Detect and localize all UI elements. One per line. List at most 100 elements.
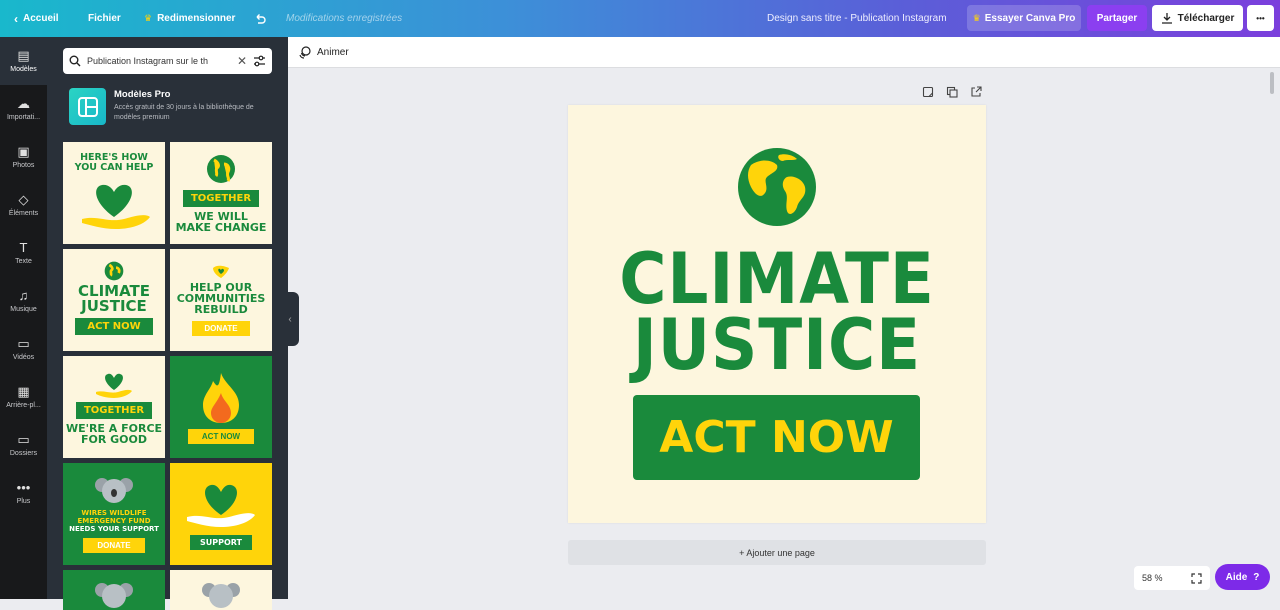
- heart-map-icon: [213, 265, 229, 278]
- fullscreen-icon[interactable]: [1191, 572, 1202, 584]
- canvas-heading-line2[interactable]: JUSTICE: [585, 310, 970, 380]
- scrollbar-thumb[interactable]: [1270, 72, 1274, 94]
- sidebar-item-uploads[interactable]: ☁ Importati...: [0, 85, 47, 133]
- file-label: Fichier: [88, 13, 121, 24]
- sidebar-item-label: Modèles: [10, 66, 37, 73]
- top-bar: ‹ Accueil Fichier ♛ Redimensionner Modif…: [0, 0, 1280, 37]
- template-card[interactable]: [63, 570, 165, 610]
- template-text: DONATE: [83, 538, 145, 553]
- resize-button[interactable]: ♛ Redimensionner: [144, 0, 235, 37]
- zoom-level[interactable]: 58 %: [1142, 573, 1163, 583]
- download-icon: [1161, 13, 1172, 24]
- sidebar-item-videos[interactable]: ▭ Vidéos: [0, 325, 47, 373]
- template-text: NEEDS YOUR SUPPORT: [69, 525, 159, 533]
- heart-hand-icon: [187, 484, 255, 527]
- more-options-button[interactable]: •••: [1247, 5, 1274, 31]
- music-icon: ♫: [18, 288, 29, 303]
- template-card[interactable]: ACT NOW: [170, 356, 272, 458]
- filter-icon[interactable]: [253, 55, 266, 67]
- sidebar-item-label: Dossiers: [9, 450, 38, 457]
- page-tools: [922, 86, 982, 100]
- template-card[interactable]: WIRES WILDLIFE EMERGENCY FUND NEEDS YOUR…: [63, 463, 165, 565]
- template-text: TOGETHER: [75, 401, 153, 419]
- template-text: YOU CAN HELP: [74, 162, 154, 173]
- home-button[interactable]: ‹ Accueil: [14, 0, 59, 37]
- clear-icon[interactable]: ✕: [237, 54, 247, 68]
- template-card[interactable]: [170, 570, 272, 610]
- pro-templates-icon: [69, 88, 106, 125]
- sidebar-item-folders[interactable]: ▭ Dossiers: [0, 421, 47, 469]
- template-text: ACT NOW: [187, 428, 255, 444]
- promo-title: Modèles Pro: [114, 89, 171, 100]
- sidebar-item-text[interactable]: T Texte: [0, 229, 47, 277]
- more-icon: •••: [16, 480, 31, 495]
- background-icon: ▦: [17, 384, 30, 399]
- add-page-button[interactable]: + Ajouter une page: [568, 540, 986, 565]
- template-card[interactable]: TOGETHER WE WILL MAKE CHANGE: [170, 142, 272, 244]
- upload-icon: ☁: [17, 96, 30, 111]
- template-icon: ▤: [17, 48, 30, 63]
- undo-button[interactable]: [254, 0, 266, 37]
- sidebar-item-photos[interactable]: ▣ Photos: [0, 133, 47, 181]
- video-icon: ▭: [17, 336, 30, 351]
- template-card[interactable]: TOGETHER WE'RE A FORCE FOR GOOD: [63, 356, 165, 458]
- sidebar-item-more[interactable]: ••• Plus: [0, 469, 47, 517]
- sidebar-item-background[interactable]: ▦ Arrière-pl...: [0, 373, 47, 421]
- animate-button[interactable]: Animer: [298, 45, 349, 59]
- editor-toolbar: Animer: [288, 37, 1280, 68]
- search-input[interactable]: [87, 56, 231, 66]
- template-card[interactable]: HELP OUR COMMUNITIES REBUILD DONATE: [170, 249, 272, 351]
- template-card[interactable]: CLIMATE JUSTICE ACT NOW: [63, 249, 165, 351]
- fire-icon: [203, 372, 239, 423]
- koala-icon: [202, 583, 240, 608]
- canvas-act-now-text[interactable]: ACT NOW: [659, 412, 893, 463]
- crown-icon: ♛: [144, 13, 153, 23]
- search-icon: [69, 55, 81, 67]
- document-title[interactable]: Design sans titre - Publication Instagra…: [767, 0, 947, 37]
- pro-templates-promo[interactable]: Modèles Pro Accès gratuit de 30 jours à …: [69, 88, 269, 128]
- help-button[interactable]: Aide ?: [1215, 564, 1270, 590]
- undo-icon: [256, 13, 266, 24]
- sidebar-item-templates[interactable]: ▤ Modèles: [0, 37, 47, 85]
- left-sidebar: ▤ Modèles ☁ Importati... ▣ Photos ◇ Élém…: [0, 37, 47, 599]
- template-search: ✕: [63, 48, 272, 74]
- canvas-heading-line1[interactable]: CLIMATE: [585, 244, 970, 314]
- zoom-control[interactable]: 58 %: [1134, 566, 1210, 590]
- template-text: WE WILL: [194, 209, 248, 223]
- globe-icon[interactable]: [737, 147, 817, 227]
- add-page-icon[interactable]: [970, 86, 982, 98]
- download-label: Télécharger: [1177, 12, 1235, 24]
- collapse-panel-button[interactable]: ‹: [281, 292, 299, 346]
- sidebar-item-label: Musique: [10, 306, 37, 313]
- sidebar-item-label: Arrière-pl...: [6, 402, 41, 409]
- sidebar-item-label: Importati...: [6, 114, 41, 121]
- help-icon: ?: [1253, 571, 1260, 583]
- design-canvas[interactable]: CLIMATE JUSTICE ACT NOW: [568, 105, 986, 523]
- template-card[interactable]: HERE'S HOW YOU CAN HELP: [63, 142, 165, 244]
- resize-label: Redimensionner: [157, 13, 236, 24]
- share-button[interactable]: Partager: [1087, 5, 1147, 31]
- download-button[interactable]: Télécharger: [1152, 5, 1243, 31]
- try-pro-button[interactable]: ♛ Essayer Canva Pro: [967, 5, 1081, 31]
- animate-label: Animer: [317, 46, 349, 58]
- heart-hand-icon: [82, 184, 150, 229]
- note-icon[interactable]: [922, 86, 934, 98]
- crown-icon: ♛: [972, 12, 981, 23]
- duplicate-icon[interactable]: [946, 86, 958, 98]
- heart-hand-icon: [96, 373, 132, 398]
- sidebar-item-label: Plus: [16, 498, 31, 505]
- template-text: MAKE CHANGE: [175, 220, 267, 234]
- canvas-scrollbar[interactable]: [1270, 70, 1276, 590]
- canvas-act-now-box[interactable]: ACT NOW: [633, 395, 920, 480]
- sidebar-item-music[interactable]: ♫ Musique: [0, 277, 47, 325]
- file-menu-button[interactable]: Fichier: [88, 0, 121, 37]
- template-card[interactable]: SUPPORT: [170, 463, 272, 565]
- sidebar-item-label: Éléments: [8, 210, 39, 217]
- koala-icon: [95, 583, 133, 608]
- save-status-label: Modifications enregistrées: [286, 13, 403, 24]
- sidebar-item-elements[interactable]: ◇ Éléments: [0, 181, 47, 229]
- try-pro-label: Essayer Canva Pro: [984, 12, 1076, 24]
- document-title-label: Design sans titre - Publication Instagra…: [767, 13, 947, 24]
- template-text: JUSTICE: [81, 297, 147, 315]
- text-icon: T: [19, 240, 28, 255]
